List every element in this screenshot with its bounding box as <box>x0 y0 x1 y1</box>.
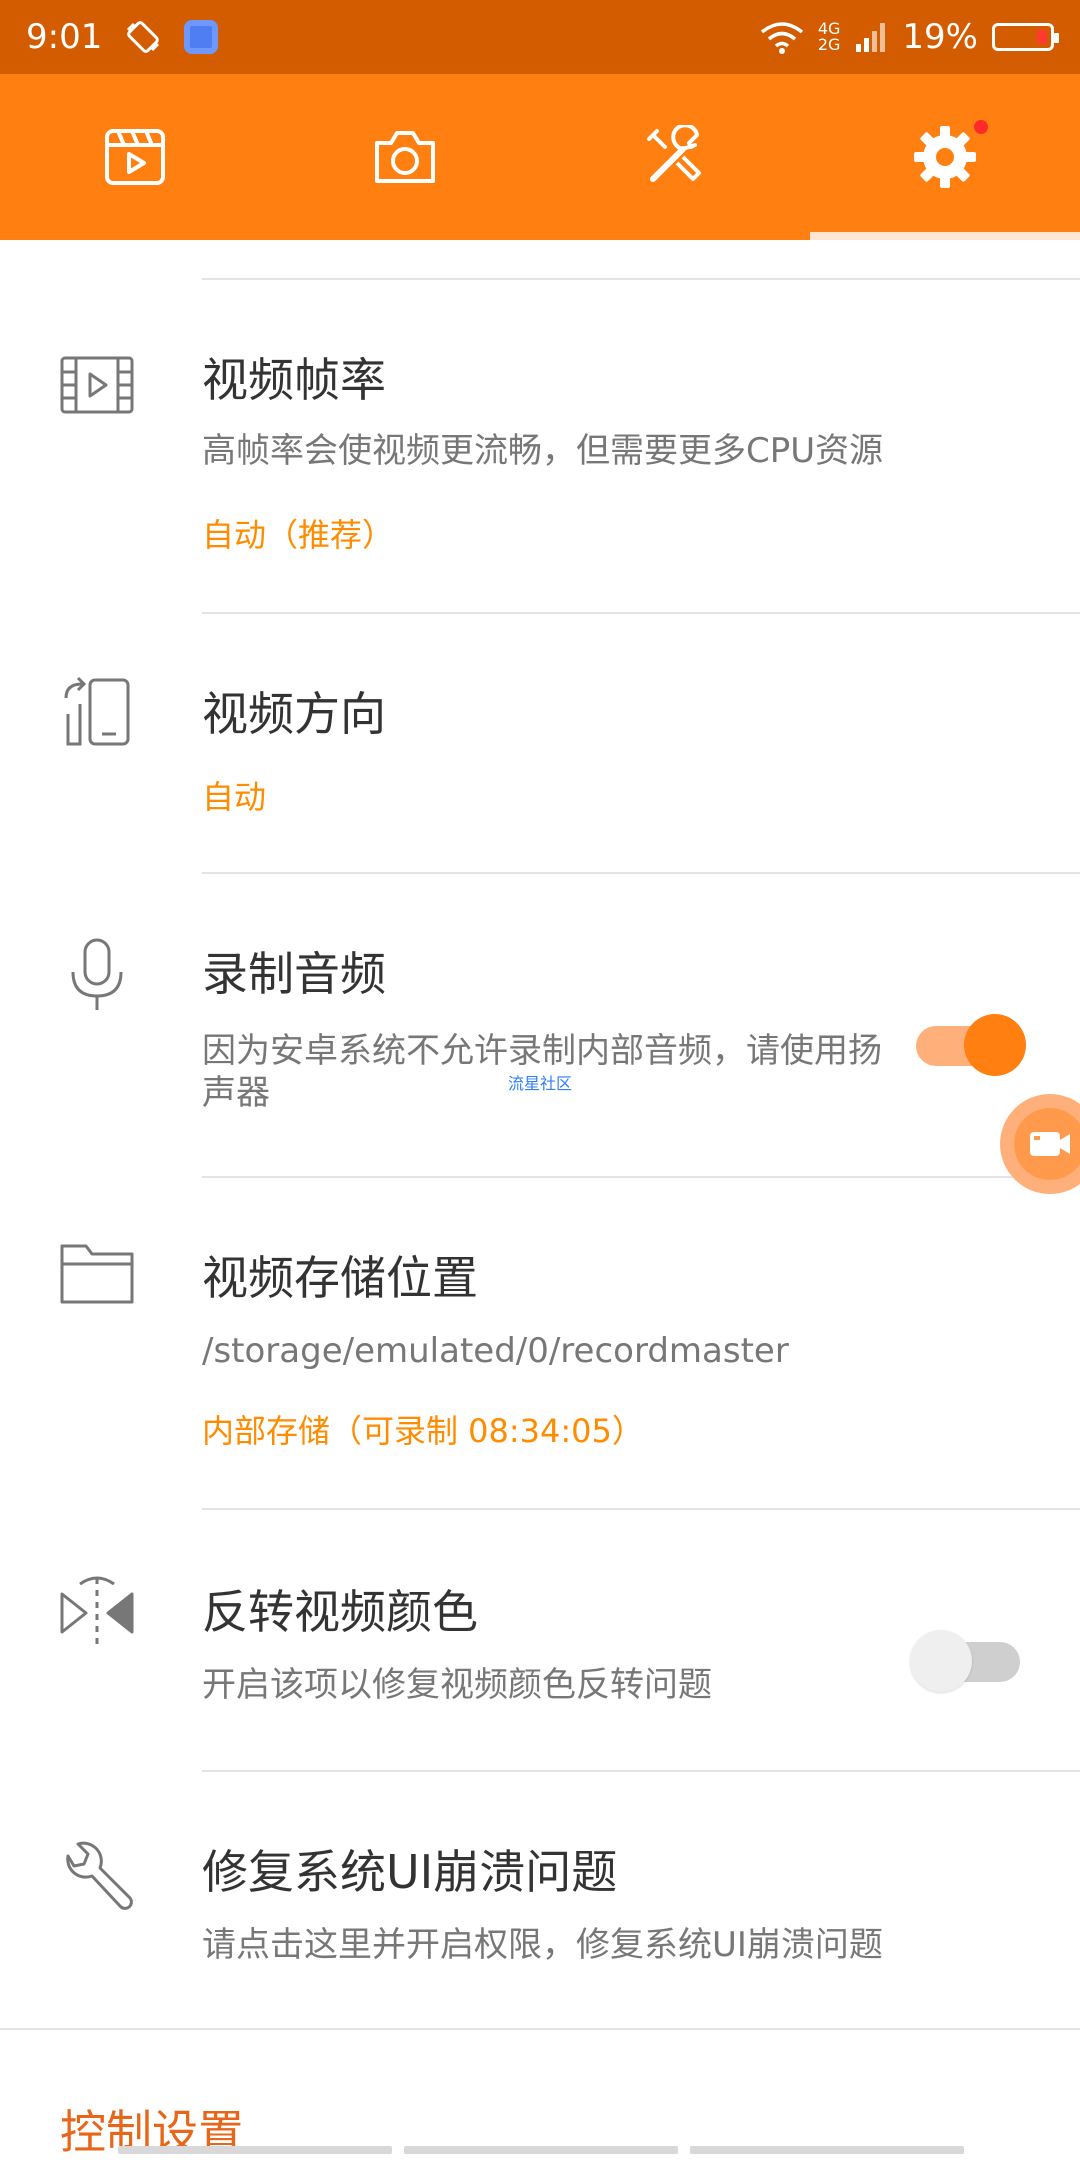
wifi-icon <box>760 22 803 54</box>
setting-value: 自动 <box>202 778 267 816</box>
folder-icon <box>60 1244 134 1304</box>
setting-title: 视频帧率 <box>202 353 386 407</box>
battery-icon <box>992 23 1059 51</box>
tab-tools[interactable] <box>540 74 810 240</box>
setting-title: 视频方向 <box>202 687 386 741</box>
floating-record-inner <box>1014 1108 1080 1180</box>
divider <box>0 2028 1080 2030</box>
setting-description: 高帧率会使视频更流畅，但需要更多CPU资源 <box>202 431 884 471</box>
app-notification-icon <box>184 20 219 54</box>
network-type: 4G 2G <box>818 21 841 53</box>
tools-icon <box>647 125 701 182</box>
tab-settings[interactable] <box>810 74 1080 240</box>
status-bar: 9:01 4G 2G 19% <box>0 0 1080 74</box>
video-play-icon <box>105 129 165 185</box>
film-icon <box>60 356 134 414</box>
setting-value: 内部存储（可录制 08:34:05） <box>202 1412 644 1450</box>
tab-video-list[interactable] <box>0 74 270 240</box>
setting-title: 录制音频 <box>202 947 386 1001</box>
wrench-icon <box>66 1841 133 1910</box>
microphone-icon <box>71 938 123 1010</box>
setting-description: 请点击这里并开启权限，修复系统UI崩溃问题 <box>202 1925 883 1965</box>
gear-icon <box>914 126 976 188</box>
toggle-knob <box>964 1014 1026 1076</box>
setting-storage-location[interactable]: 视频存储位置 /storage/emulated/0/recordmaster … <box>0 1178 1080 1508</box>
setting-orientation[interactable]: 视频方向 自动 <box>0 614 1080 874</box>
tab-screenshot[interactable] <box>270 74 540 240</box>
status-time: 9:01 <box>26 17 103 57</box>
video-camera-icon <box>1030 1132 1070 1156</box>
bottom-bar <box>690 2146 964 2154</box>
signal-icon <box>856 23 886 52</box>
bottom-bars <box>118 2146 964 2154</box>
invert-color-toggle[interactable] <box>910 1630 1020 1692</box>
rotate-phone-icon <box>64 676 130 746</box>
setting-description: 开启该项以修复视频颜色反转问题 <box>202 1665 712 1705</box>
rotate-lock-icon <box>127 21 160 53</box>
setting-title: 视频存储位置 <box>202 1251 478 1305</box>
storage-path: /storage/emulated/0/recordmaster <box>202 1331 789 1371</box>
top-tab-bar <box>0 74 1080 240</box>
setting-title: 反转视频颜色 <box>202 1585 478 1639</box>
watermark-text: 流星社区 <box>508 1074 573 1093</box>
setting-title: 修复系统UI崩溃问题 <box>202 1845 618 1899</box>
settings-badge-dot <box>974 120 988 134</box>
setting-record-audio[interactable]: 录制音频 因为安卓系统不允许录制内部音频，请使用扬声器 <box>0 874 1080 1176</box>
network-type-bottom: 2G <box>817 35 841 54</box>
setting-value: 自动（推荐） <box>202 516 395 554</box>
battery-percent: 19% <box>902 17 978 57</box>
setting-invert-color[interactable]: 反转视频颜色 开启该项以修复视频颜色反转问题 <box>0 1510 1080 1770</box>
bottom-bar <box>118 2146 392 2154</box>
flip-icon <box>60 1576 134 1648</box>
setting-frame-rate[interactable]: 视频帧率 高帧率会使视频更流畅，但需要更多CPU资源 自动（推荐） <box>0 280 1080 614</box>
bottom-bar <box>404 2146 678 2154</box>
record-audio-toggle[interactable] <box>916 1014 1026 1076</box>
setting-fix-system-ui[interactable]: 修复系统UI崩溃问题 请点击这里并开启权限，修复系统UI崩溃问题 <box>0 1772 1080 2028</box>
toggle-knob <box>910 1630 972 1692</box>
camera-icon <box>375 131 435 183</box>
